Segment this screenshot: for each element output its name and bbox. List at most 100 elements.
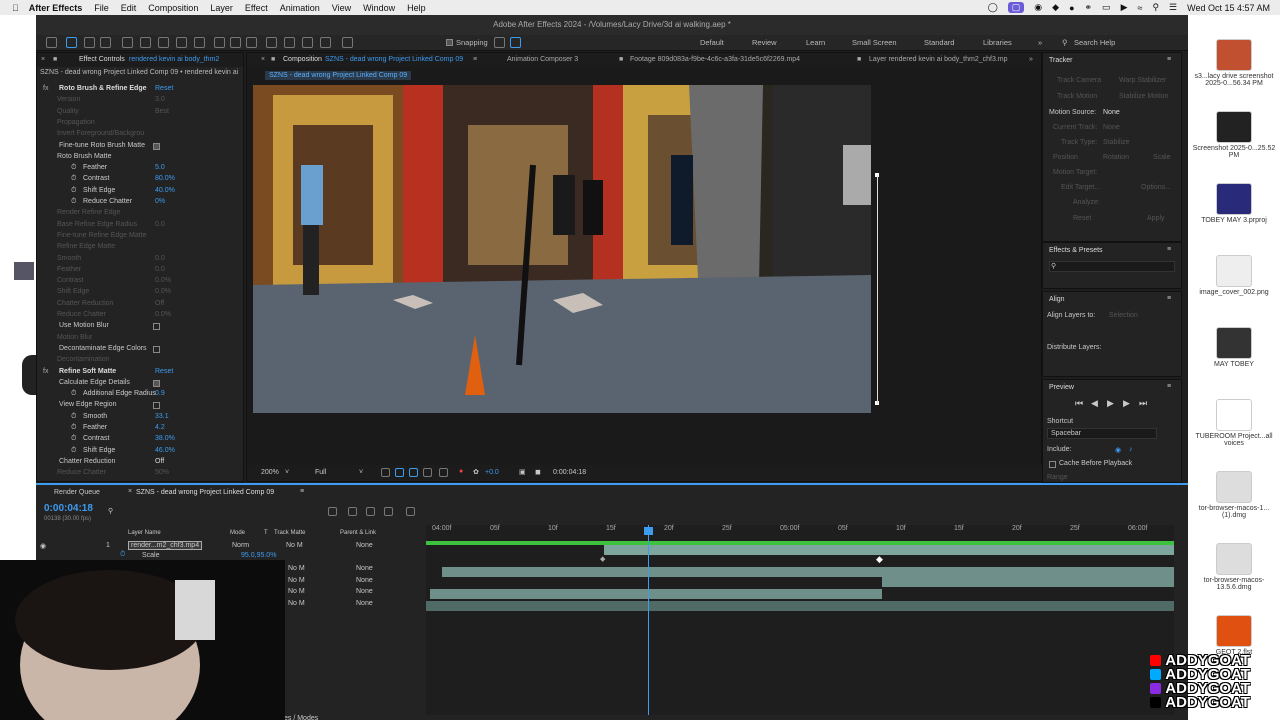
property-value[interactable]: 0.9 <box>155 390 165 397</box>
cache-checkbox[interactable] <box>1049 461 1056 468</box>
rectangle-tool-icon[interactable] <box>214 37 225 48</box>
menu-window[interactable]: Window <box>363 3 395 13</box>
effect-property-row[interactable]: Feather 0.0 <box>37 266 243 276</box>
option-scale[interactable]: Scale <box>1153 154 1171 161</box>
screen-share-icon[interactable]: ▢ <box>1007 2 1025 13</box>
composition-viewer[interactable] <box>253 85 871 413</box>
layer-mode[interactable]: Norm <box>232 542 249 549</box>
layer-bar[interactable] <box>882 577 1174 587</box>
view-options-icon[interactable] <box>439 468 448 477</box>
parent-select[interactable]: None <box>356 577 373 584</box>
property-checkbox[interactable] <box>153 402 160 410</box>
hand-tool-icon[interactable] <box>84 37 95 48</box>
desktop-file[interactable]: Screenshot 2025-0...25.52 PM <box>1188 111 1280 159</box>
desktop-file[interactable]: TUBEROOM Project...all voices <box>1188 399 1280 447</box>
desktop-file[interactable]: image_cover_002.png <box>1188 255 1280 296</box>
type-tool-icon[interactable] <box>246 37 257 48</box>
resolution-select[interactable]: Full <box>315 469 326 476</box>
property-checkbox[interactable] <box>153 379 160 387</box>
keyframe-icon[interactable]: ◆ <box>876 554 883 565</box>
stopwatch-icon[interactable]: ⏱ <box>120 551 125 559</box>
layer-bar[interactable] <box>604 545 1174 555</box>
property-checkbox[interactable] <box>153 142 160 150</box>
search-help-input[interactable]: Search Help <box>1074 38 1115 47</box>
chevron-down-icon[interactable]: ˅ <box>285 469 289 476</box>
desktop-file[interactable]: tor-browser-macos-1...(1).dmg <box>1188 471 1280 519</box>
audio-include-icon[interactable]: ♪ <box>1129 446 1133 453</box>
track-area[interactable]: 04:00f 05f 10f 15f 20f 25f 05:00f 05f 10f 15f 20f 2… <box>426 525 1174 715</box>
effect-property-row[interactable]: Reduce Chatter ⏱ 0% <box>37 198 243 208</box>
workspace-learn[interactable]: Learn <box>806 38 825 47</box>
property-value[interactable]: Off <box>155 458 164 465</box>
tab-timeline-comp[interactable]: SZNS - dead wrong Project Linked Comp 09 <box>136 489 274 496</box>
brush-tool-icon[interactable] <box>266 37 277 48</box>
layer-bar[interactable] <box>442 567 1174 577</box>
visibility-icon[interactable]: ◉ <box>40 542 46 550</box>
desktop-file[interactable]: tor-browser-macos-13.5.6.dmg <box>1188 543 1280 591</box>
shortcut-select[interactable]: Spacebar <box>1047 428 1157 439</box>
property-value[interactable]: 50% <box>155 469 169 476</box>
property-value[interactable]: 0.0 <box>155 221 165 228</box>
color-channels-icon[interactable]: ● <box>459 468 463 475</box>
property-value[interactable]: 0.0% <box>155 288 171 295</box>
timeline-timecode[interactable]: 0:00:04:18 <box>44 503 93 514</box>
playhead[interactable] <box>648 525 649 715</box>
panel-menu-icon[interactable]: ≡ <box>1167 246 1171 253</box>
effect-property-row[interactable]: Roto Brush & Refine Edge fx Reset <box>37 85 243 95</box>
wifi-icon[interactable]: ≈ <box>1137 3 1142 13</box>
reset-button[interactable]: Reset <box>155 368 173 375</box>
apple-icon[interactable]:  <box>12 3 19 13</box>
property-value[interactable]: Best <box>155 108 169 115</box>
track-camera-button[interactable]: Track Camera <box>1057 77 1101 84</box>
property-value[interactable]: 40.0% <box>155 187 175 194</box>
time-ruler[interactable]: 04:00f 05f 10f 15f 20f 25f 05:00f 05f 10f 15f 20f 2… <box>426 523 1174 537</box>
effect-property-row[interactable]: Motion Blur <box>37 334 243 344</box>
effect-property-row[interactable]: View Edge Region <box>37 401 243 411</box>
effect-property-row[interactable]: Quality Best <box>37 108 243 118</box>
workspace-review[interactable]: Review <box>752 38 777 47</box>
status-icon[interactable]: ◯ <box>988 2 998 13</box>
show-snapshot-icon[interactable]: ◼ <box>535 468 541 476</box>
home-icon[interactable] <box>46 37 57 48</box>
menu-animation[interactable]: Animation <box>280 3 320 13</box>
edit-target-button[interactable]: Edit Target... <box>1061 184 1100 191</box>
exposure-icon[interactable]: ✿ <box>473 468 479 476</box>
search-icon[interactable]: ⚲ <box>1152 2 1159 13</box>
status-icon[interactable]: ◆ <box>1052 2 1059 13</box>
track-matte-select[interactable]: No M <box>288 588 305 595</box>
track-matte-select[interactable]: No M <box>288 600 305 607</box>
fx-icon[interactable]: fx <box>43 85 48 92</box>
zoom-tool-icon[interactable] <box>100 37 111 48</box>
parent-select[interactable]: None <box>356 600 373 607</box>
effect-property-row[interactable]: Additional Edge Radius ⏱ 0.9 <box>37 390 243 400</box>
layer-name[interactable]: render...m2_chf3.mp4 <box>128 541 203 550</box>
display-icon[interactable]: ▭ <box>1102 2 1111 13</box>
current-track-select[interactable]: None <box>1103 124 1120 131</box>
composition-name[interactable]: SZNS - dead wrong Project Linked Comp 09 <box>325 56 463 63</box>
menu-file[interactable]: File <box>94 3 109 13</box>
stopwatch-icon[interactable]: ⏱ <box>71 413 76 421</box>
effect-property-row[interactable]: Contrast ⏱ 38.0% <box>37 435 243 445</box>
menu-layer[interactable]: Layer <box>210 3 233 13</box>
dolly-tool-icon[interactable] <box>158 37 169 48</box>
property-value[interactable]: 46.0% <box>155 447 175 454</box>
align-to-select[interactable]: Selection <box>1109 312 1138 319</box>
pen-tool-icon[interactable] <box>230 37 241 48</box>
track-motion-button[interactable]: Track Motion <box>1057 93 1097 100</box>
warp-stabilizer-button[interactable]: Warp Stabilizer <box>1119 77 1166 84</box>
region-icon[interactable] <box>381 468 390 477</box>
workspace-standard[interactable]: Standard <box>924 38 954 47</box>
property-value[interactable]: 0% <box>155 198 165 205</box>
property-checkbox[interactable] <box>153 345 160 353</box>
grid-icon[interactable] <box>423 468 432 477</box>
effect-property-row[interactable]: Fine-tune Roto Brush Matte <box>37 142 243 152</box>
motion-source-select[interactable]: None <box>1103 109 1120 116</box>
property-checkbox[interactable] <box>153 323 160 331</box>
options-button[interactable]: Options... <box>1141 184 1171 191</box>
tab-animation-composer[interactable]: Animation Composer 3 <box>507 56 578 63</box>
chevron-down-icon[interactable]: ˅ <box>359 469 363 476</box>
zoom-select[interactable]: 200% <box>261 469 279 476</box>
snap-icon[interactable] <box>494 37 505 48</box>
apply-button[interactable]: Apply <box>1147 215 1165 222</box>
search-icon[interactable]: ⚲ <box>1062 38 1068 47</box>
